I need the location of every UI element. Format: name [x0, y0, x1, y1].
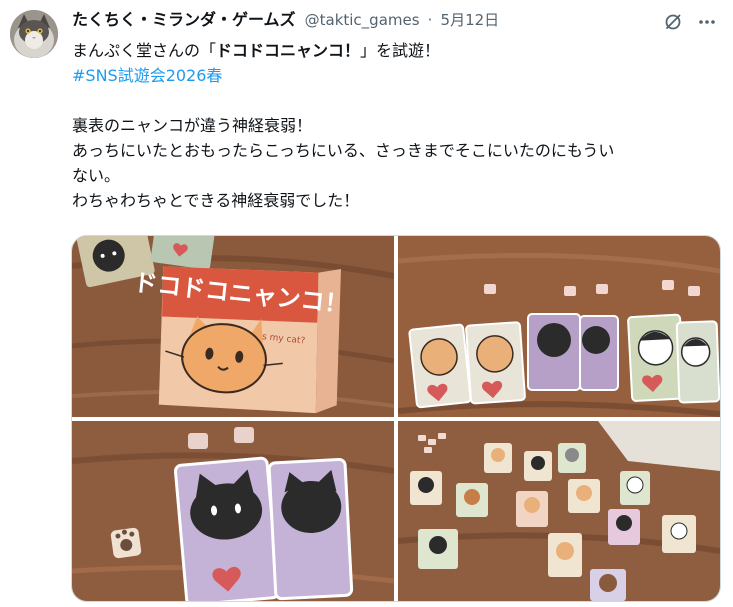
- grok-icon: [665, 14, 681, 30]
- author-handle[interactable]: @taktic_games: [305, 11, 420, 29]
- line1-suffix: 」を試遊！: [360, 41, 441, 60]
- tweet-header: たくちく・ミランダ・ゲームズ @taktic_games · 5月12日: [72, 8, 713, 32]
- photo-spread-cards[interactable]: [398, 421, 720, 601]
- more-icon: [699, 20, 715, 24]
- line1-bold: ドコドコニャンコ！: [216, 41, 361, 60]
- photo-card-pairs[interactable]: [398, 236, 720, 417]
- tweet-line: わちゃわちゃとできる神経衰弱でした！: [72, 191, 360, 210]
- tweet-date[interactable]: 5月12日: [441, 11, 500, 29]
- grok-button[interactable]: [661, 10, 685, 34]
- tweet-line: 裏表のニャンコが違う神経衰弱！: [72, 116, 313, 135]
- author-name[interactable]: たくちく・ミランダ・ゲームズ: [72, 10, 296, 29]
- cat-avatar-icon: [10, 10, 58, 58]
- tweet-line: ない。: [72, 166, 121, 185]
- tweet-line: まんぷく堂さんの「ドコドコニャンコ！」を試遊！: [72, 38, 712, 63]
- photo-game-box[interactable]: ドコドコニャンコ！ Where is my cat?: [72, 236, 394, 417]
- avatar[interactable]: [10, 10, 58, 58]
- media-grid: ドコドコニャンコ！ Where is my cat?: [71, 235, 721, 602]
- hashtag-link[interactable]: #SNS試遊会2026春: [72, 63, 712, 88]
- more-button[interactable]: [695, 10, 719, 34]
- line1-prefix: まんぷく堂さんの「: [72, 41, 217, 60]
- tweet-text: まんぷく堂さんの「ドコドコニャンコ！」を試遊！ #SNS試遊会2026春 裏表の…: [72, 38, 712, 213]
- header-separator: ·: [427, 11, 433, 29]
- photo-black-cat-cards[interactable]: [72, 421, 394, 601]
- tweet-line: あっちにいたとおもったらこっちにいる、さっきまでそこにいたのにもうい: [72, 141, 615, 160]
